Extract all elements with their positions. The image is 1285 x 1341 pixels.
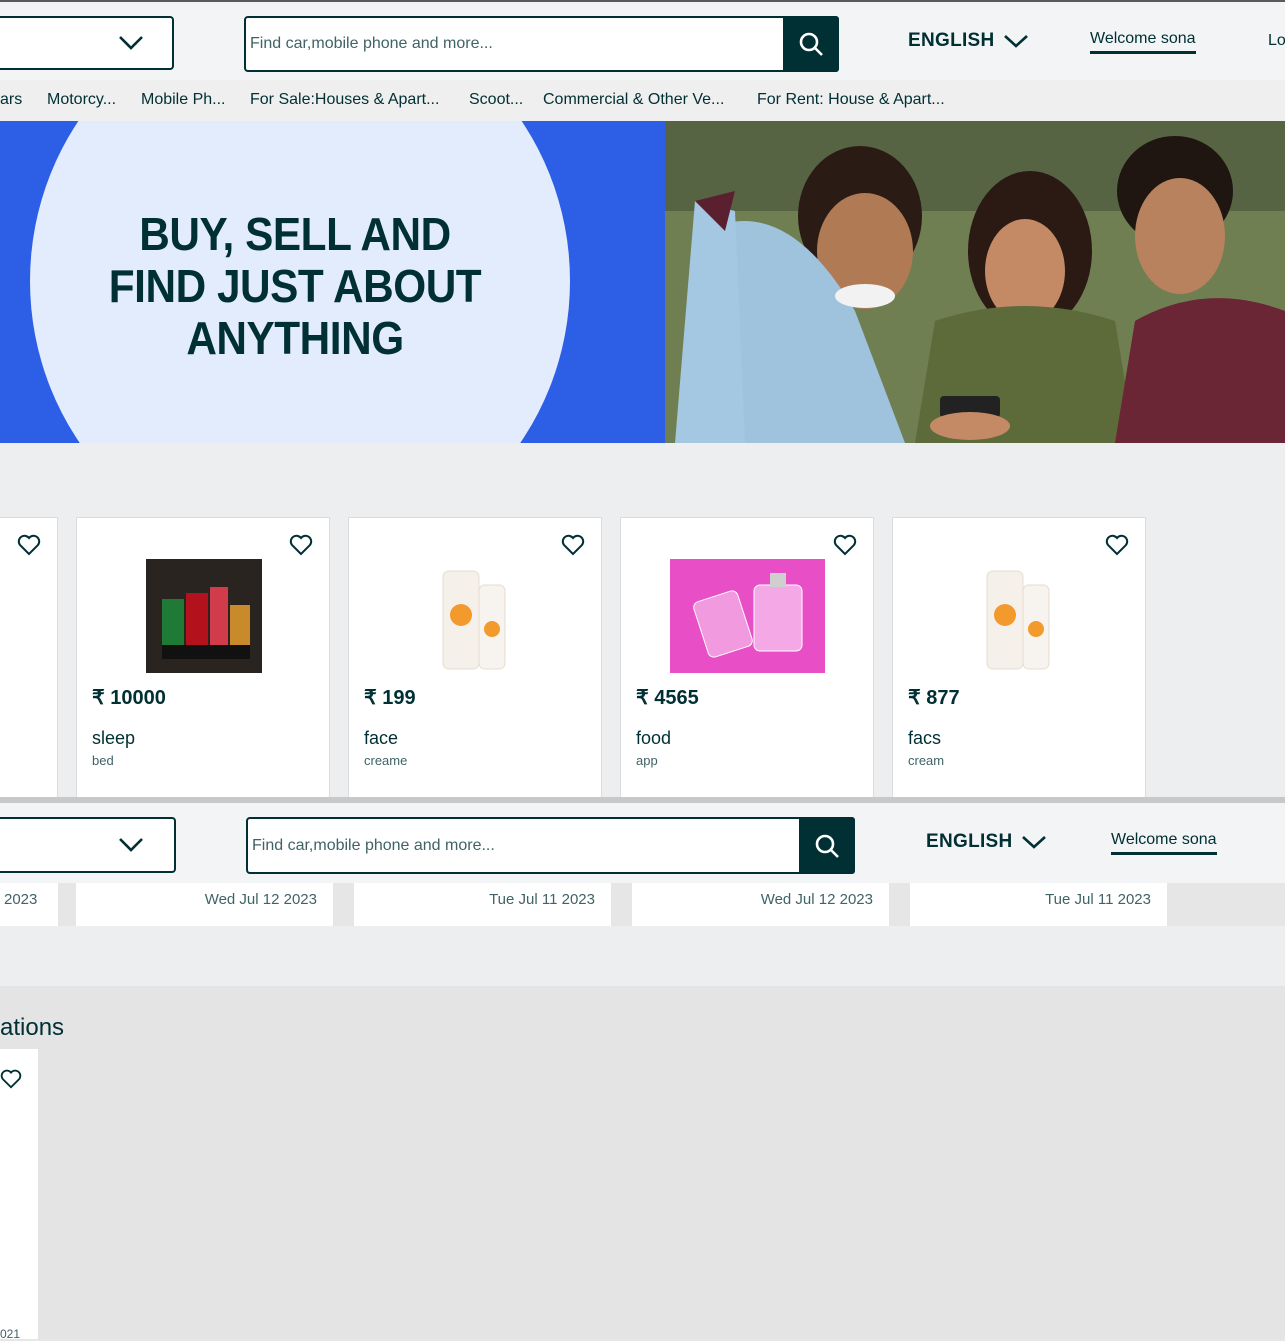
heart-icon[interactable] <box>289 534 313 556</box>
heart-icon[interactable] <box>1105 534 1129 556</box>
section-gap <box>0 926 1285 986</box>
login-link[interactable]: Lo <box>1268 32 1285 50</box>
language-label: ENGLISH <box>926 831 1013 852</box>
listing-date: Tue Jul 11 2023 <box>489 891 595 908</box>
listing-subtitle: app <box>636 753 658 768</box>
face-serum-image <box>963 559 1079 673</box>
category-houses-rent[interactable]: For Rent: House & Apart... <box>757 91 945 109</box>
search-bar <box>244 16 839 72</box>
sticky-header: ENGLISH Welcome sona <box>0 803 1285 883</box>
listing-title: food <box>636 728 672 748</box>
search-icon <box>815 834 839 858</box>
top-header: ENGLISH Welcome sona Lo <box>0 0 1285 80</box>
pink-perfume-image <box>670 559 825 673</box>
listing-title: facs <box>908 728 942 748</box>
chevron-down-icon <box>1021 836 1046 849</box>
search-button[interactable] <box>799 817 855 874</box>
listing-price: ₹ 877 <box>908 687 960 709</box>
listing-price: ₹ 199 <box>364 687 416 709</box>
heart-icon[interactable] <box>17 534 41 556</box>
search-input[interactable] <box>246 17 783 71</box>
listing-title: sleep <box>92 728 136 748</box>
category-mobile-phones[interactable]: Mobile Ph... <box>141 91 225 109</box>
location-dropdown[interactable] <box>0 16 174 70</box>
listing-price: ₹ 10000 <box>92 687 166 709</box>
heart-icon[interactable] <box>561 534 585 556</box>
people-with-phone-image <box>665 121 1285 443</box>
search-icon <box>799 32 823 56</box>
chevron-down-icon <box>119 36 143 50</box>
section-title: ations <box>0 1014 65 1041</box>
listing-date: Tue Jul 11 2023 <box>1045 891 1151 908</box>
listing-price: ₹ 4565 <box>636 687 699 709</box>
category-scooters[interactable]: Scoot... <box>469 91 523 109</box>
welcome-user-link[interactable]: Welcome sona <box>1111 831 1217 855</box>
listing-title: face <box>364 728 399 748</box>
search-button[interactable] <box>783 16 839 72</box>
listing-subtitle: bed <box>92 753 114 768</box>
heart-icon[interactable] <box>833 534 857 556</box>
search-bar <box>246 817 855 874</box>
language-selector[interactable]: ENGLISH <box>926 831 1047 853</box>
category-bar: ars Motorcy... Mobile Ph... For Sale:Hou… <box>0 80 1285 121</box>
welcome-user-link[interactable]: Welcome sona <box>1090 30 1196 54</box>
listing-card[interactable]: ₹ 199 face creame <box>348 517 602 797</box>
listing-card-partial[interactable] <box>0 517 58 797</box>
heart-icon[interactable] <box>0 1068 22 1090</box>
listing-subtitle: cream <box>908 753 945 768</box>
listing-card-footer: Tue Jul 11 2023 <box>910 883 1167 926</box>
listing-card-partial[interactable]: 021 <box>0 1049 38 1341</box>
category-cars[interactable]: ars <box>0 91 22 109</box>
listing-card-footer: Wed Jul 12 2023 <box>632 883 889 926</box>
listing-card[interactable]: ₹ 4565 food app <box>620 517 874 797</box>
banner-headline: BUY, SELL AND FIND JUST ABOUT ANYTHING <box>102 208 488 364</box>
listing-date: 2023 <box>4 891 38 908</box>
banner-line-2: FIND JUST ABOUT <box>108 260 482 312</box>
location-dropdown[interactable] <box>0 817 176 873</box>
banner-line-3: ANYTHING <box>186 312 404 364</box>
language-selector[interactable]: ENGLISH <box>908 30 1029 52</box>
chevron-down-icon <box>1003 35 1028 48</box>
listing-card-footer: Tue Jul 11 2023 <box>354 883 611 926</box>
search-input[interactable] <box>248 818 799 873</box>
language-label: ENGLISH <box>908 30 995 51</box>
listing-subtitle: creame <box>364 753 408 768</box>
category-houses-sale[interactable]: For Sale:Houses & Apart... <box>250 91 439 109</box>
banner-photo <box>665 121 1285 443</box>
listing-date: Wed Jul 12 2023 <box>760 891 873 908</box>
face-serum-image <box>419 559 535 673</box>
listing-card-footer: 2023 <box>0 883 58 926</box>
listing-card[interactable]: ₹ 877 facs cream <box>892 517 1146 797</box>
perfume-bottles-image <box>146 559 262 673</box>
chevron-down-icon <box>119 838 143 852</box>
listing-date: Wed Jul 12 2023 <box>204 891 317 908</box>
banner-line-1: BUY, SELL AND <box>139 208 451 260</box>
category-motorcycles[interactable]: Motorcy... <box>47 91 116 109</box>
category-commercial-vehicles[interactable]: Commercial & Other Ve... <box>543 91 724 109</box>
recommendations-section <box>0 986 1285 1339</box>
listing-card-footer: Wed Jul 12 2023 <box>76 883 333 926</box>
listing-card[interactable]: ₹ 10000 sleep bed <box>76 517 330 797</box>
